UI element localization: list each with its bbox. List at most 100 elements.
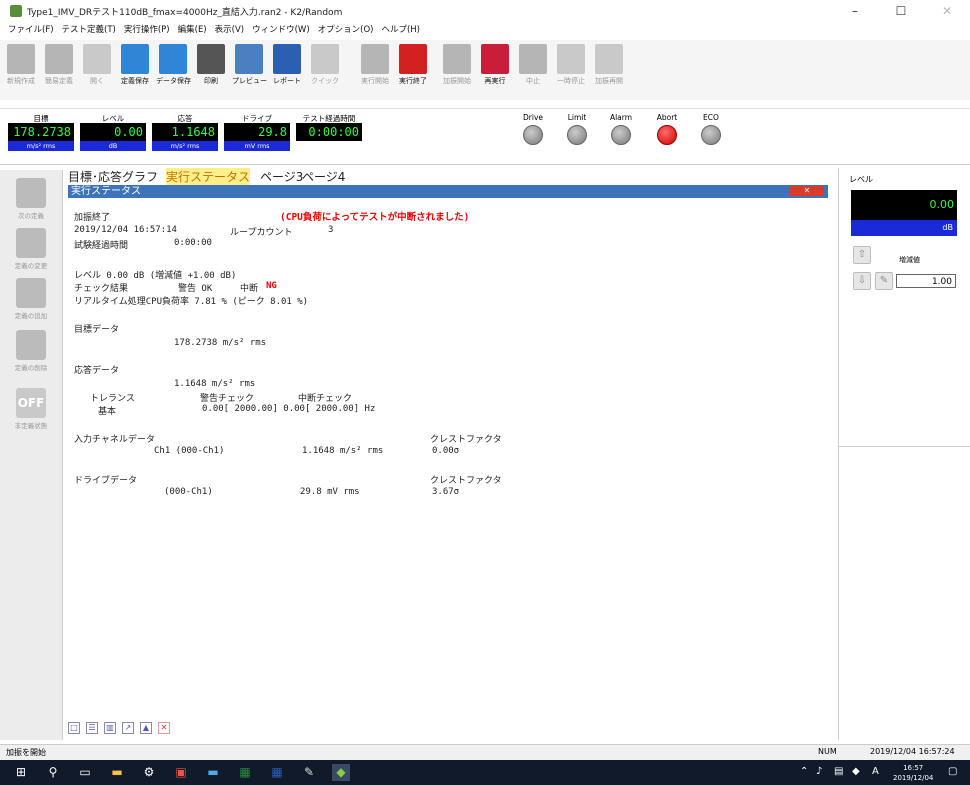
save-definition-icon [121,44,149,74]
maximize-button[interactable]: ☐ [878,0,924,22]
excel-icon[interactable]: ▦ [236,764,254,781]
menu-view[interactable]: 表示(V) [215,22,244,39]
toolbar-button-16[interactable]: 加振再開 [592,42,626,94]
definition-tool-strip: 次の定義定義の変更定義の追加定義の削除 OFF 非定義状態 [0,170,63,740]
toolbar-button-7[interactable]: プレビュー [232,42,267,94]
monitor-app-icon[interactable]: ▬ [204,764,222,781]
export-icon[interactable]: ↗ [122,722,134,734]
toolbar-button-label: データ保存 [156,77,191,85]
remove-icon[interactable]: ✕ [158,722,170,734]
left-tool-4[interactable]: 定義の削除 [8,330,54,372]
menu-bar: ファイル(F) テスト定義(T) 実行操作(P) 編集(E) 表示(V) ウィン… [0,22,970,39]
toolbar-button-label: 実行開始 [361,77,389,85]
lamp-indicator [523,125,543,145]
word-icon[interactable]: ▦ [268,764,286,781]
left-tool-2[interactable]: 定義の変更 [8,228,54,270]
close-button[interactable]: ✕ [924,0,970,22]
response-data-value: 1.1648 m/s² rms [174,379,256,389]
left-tool-3[interactable]: 定義の追加 [8,278,54,320]
image-icon[interactable]: ▲ [140,722,152,734]
notification-icon[interactable]: ▢ [948,766,957,777]
off-icon: OFF [16,388,46,418]
response-data-header: 応答データ [74,366,120,376]
tab-page3[interactable]: ページ3 [260,168,303,185]
toolbar-button-1[interactable]: 新規作成 [4,42,38,94]
toolbar-button-label: 中止 [526,77,540,85]
start-icon[interactable]: ⊞ [12,764,30,781]
tab-target-response-graph[interactable]: 目標･応答グラフ [68,168,158,185]
panel-title-bar: 実行ステータス ✕ [68,185,828,198]
target-data-header: 目標データ [74,325,120,335]
taskbar-date: 2019/12/04 [893,774,934,782]
toolbar-button-9[interactable]: クイック [308,42,342,94]
search-icon[interactable]: ⚲ [44,764,62,781]
menu-options[interactable]: オプション(O) [318,22,374,39]
toolbar-button-6[interactable]: 印刷 [194,42,228,94]
tray-chevron-icon[interactable]: ⌃ [800,766,808,777]
tab-run-status[interactable]: 実行ステータス [166,168,251,185]
taskbar-clock[interactable]: 16:57 2019/12/04 [893,763,933,783]
toolbar-button-15[interactable]: 一時停止 [554,42,588,94]
tray-app-icon[interactable]: ◆ [852,766,860,777]
lamp-label: ECO [703,113,719,122]
media-app-icon[interactable]: ▣ [172,764,190,781]
quick-report-icon [311,44,339,74]
k2-app-icon[interactable]: ◆ [332,764,350,781]
ime-indicator[interactable]: A [872,766,879,777]
task-view-icon[interactable]: ▭ [76,764,94,781]
toolbar-button-11[interactable]: 実行終了 [396,42,430,94]
left-tool-5[interactable]: OFF 非定義状態 [8,388,54,430]
lamp-indicator [701,125,721,145]
monitor-elapsed-time: テスト経過時間 0:00:00 [296,113,362,141]
printer-icon [197,44,225,74]
level-up-button[interactable]: ⇧ [853,246,871,264]
plus-icon [16,278,46,308]
toolbar-button-2[interactable]: 簡易定義 [42,42,76,94]
toolbar-button-4[interactable]: 定義保存 [118,42,152,94]
run-start-icon [361,44,389,74]
increment-field[interactable]: 1.00 [896,274,956,288]
elapsed-label: 試験経過時間 [74,241,129,251]
monitor-drive: ドライブ 29.8 mV rms [224,113,290,151]
play-icon [443,44,471,74]
window-title: Type1_IMV_DRテスト110dB_fmax=4000Hz_直結入力.ra… [27,8,343,18]
menu-test-definition[interactable]: テスト定義(T) [62,22,116,39]
status-message: 加振を開始 [6,748,46,757]
menu-help[interactable]: ヘルプ(H) [381,22,420,39]
toolbar-button-label: 再実行 [484,77,506,85]
num-lock-indicator: NUM [818,747,837,756]
monitor-header: 目標 [33,114,49,123]
paint-icon[interactable]: ✎ [300,764,318,781]
level-down-button[interactable]: ⇩ [853,272,871,290]
layout-horizontal-icon[interactable]: ☰ [86,722,98,734]
toolbar-button-label: 加振開始 [443,77,471,85]
panel-bottom-icons: □ ☰ ▥ ↗ ▲ ✕ [68,722,170,736]
layout-single-icon[interactable]: □ [68,722,80,734]
toolbar-button-8[interactable]: レポート [270,42,304,94]
tab-page4[interactable]: ページ4 [302,168,345,185]
toolbar-button-14[interactable]: 中止 [516,42,550,94]
toolbar-button-3[interactable]: 開く [80,42,114,94]
toolbar-button-13[interactable]: 再実行 [478,42,512,94]
menu-run[interactable]: 実行操作(P) [124,22,170,39]
monitor-unit: dB [80,141,146,151]
settings-icon[interactable]: ⚙ [140,764,158,781]
file-explorer-icon[interactable]: ▬ [108,764,126,781]
minimize-button[interactable]: – [832,0,878,22]
menu-file[interactable]: ファイル(F) [8,22,54,39]
menu-edit[interactable]: 編集(E) [178,22,207,39]
volume-icon[interactable]: ♪ [816,766,822,777]
layout-vertical-icon[interactable]: ▥ [104,722,116,734]
toolbar-button-5[interactable]: データ保存 [156,42,191,94]
status-bar: 加振を開始 NUM 2019/12/04 16:57:24 [0,744,970,761]
increment-edit-button[interactable]: ✎ [875,272,893,290]
network-icon[interactable]: ▤ [834,766,843,777]
toolbar-button-12[interactable]: 加振開始 [440,42,474,94]
left-tool-label: 非定義状態 [14,422,48,430]
menu-window[interactable]: ウィンドウ(W) [252,22,310,39]
lamp-limit: Limit [560,113,594,145]
toolbar-button-10[interactable]: 実行開始 [358,42,392,94]
left-tool-1[interactable]: 次の定義 [8,178,54,220]
run-datetime: 2019/12/04 16:57:14 [74,225,177,235]
panel-close-button[interactable]: ✕ [790,186,824,196]
